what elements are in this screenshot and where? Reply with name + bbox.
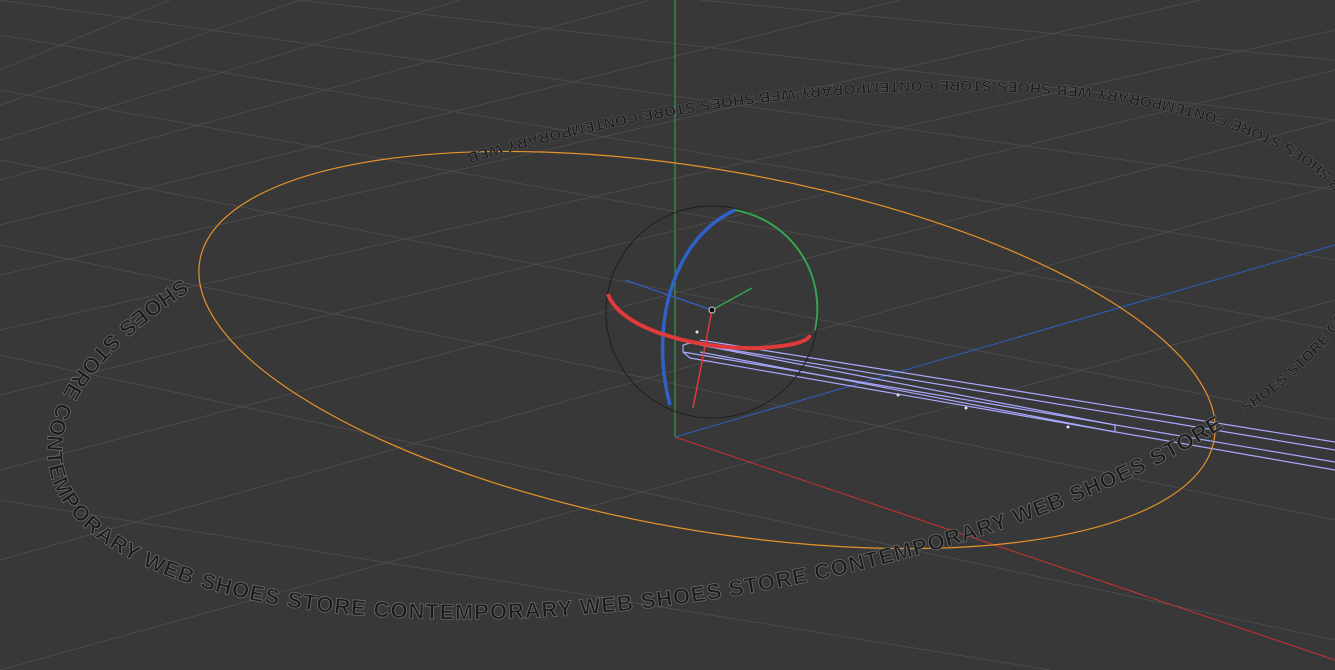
- grid-line: [0, 299, 1335, 670]
- grid-line: [0, 499, 1051, 670]
- 3d-viewport[interactable]: SHOES STORE CONTEMPORARY WEB SHOES STORE…: [0, 0, 1335, 670]
- grid-line: [0, 0, 651, 181]
- grid-line: [0, 0, 1201, 276]
- grid-line: [0, 0, 461, 141]
- rotate-gizmo-icon[interactable]: [605, 205, 819, 419]
- gizmo-ring-y[interactable]: [734, 209, 819, 331]
- world-z-axis: [674, 244, 1335, 438]
- grid-line: [0, 34, 1335, 261]
- grid-line: [0, 0, 301, 106]
- grid-line: [0, 159, 1335, 421]
- world-x-axis: [674, 436, 1335, 661]
- gizmo-ring-x[interactable]: [606, 293, 812, 351]
- grid-line: [0, 89, 1335, 331]
- grid-line: [0, 0, 901, 226]
- extruded-object[interactable]: [682, 339, 1335, 471]
- gizmo-center-handle[interactable]: [708, 306, 716, 314]
- text-spline-path[interactable]: [169, 83, 1246, 616]
- grid-line: [0, 184, 1335, 561]
- viewport-scene[interactable]: SHOES STORE CONTEMPORARY WEB SHOES STORE…: [0, 0, 1335, 670]
- gizmo-axis-y: [711, 287, 753, 311]
